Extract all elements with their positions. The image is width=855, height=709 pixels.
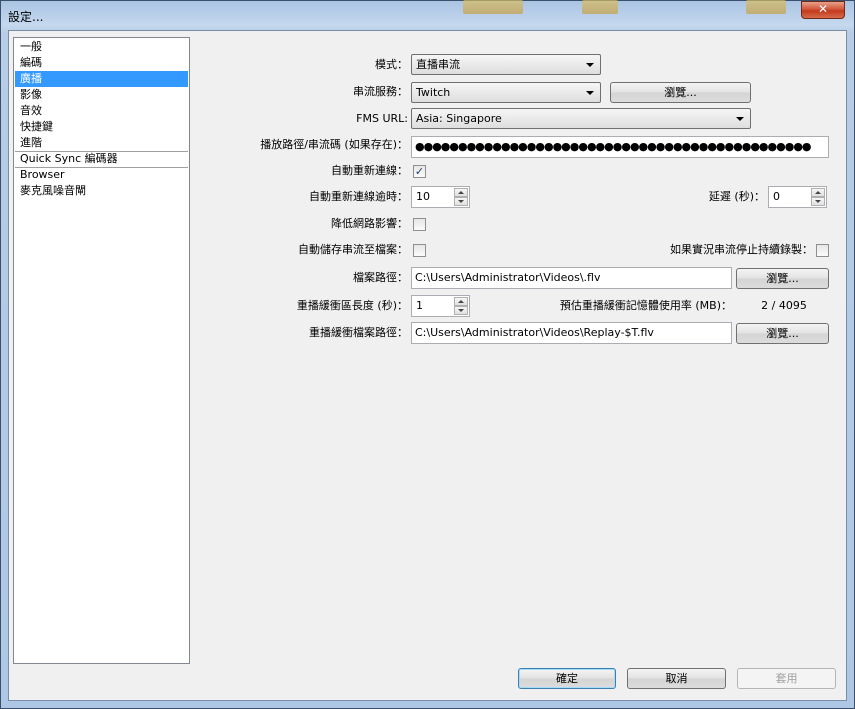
replay-path-value: C:\Users\Administrator\Videos\Replay-$T.… <box>415 326 654 339</box>
sidebar-item-hotkeys[interactable]: 快捷鍵 <box>15 119 188 135</box>
sidebar-item-browser[interactable]: Browser <box>15 167 188 183</box>
minimize-network-checkbox[interactable] <box>413 218 426 231</box>
service-browse-button[interactable]: 瀏覽... <box>610 82 751 103</box>
titlebar-glow <box>582 0 618 14</box>
mode-value: 直播串流 <box>416 58 460 71</box>
reconnect-timeout-spinbox[interactable]: 10 <box>411 186 470 208</box>
sidebar-item-advanced[interactable]: 進階 <box>15 135 188 151</box>
minimize-network-label: 降低網路影響： <box>331 217 408 230</box>
file-path-browse-button[interactable]: 瀏覽... <box>736 268 829 289</box>
delay-spinbox[interactable]: 0 <box>768 186 827 208</box>
window-title: 設定... <box>8 10 44 24</box>
reconnect-timeout-label: 自動重新連線逾時： <box>309 190 408 203</box>
replay-path-input[interactable]: C:\Users\Administrator\Videos\Replay-$T.… <box>411 322 732 344</box>
memory-usage-value: 2 / 4095 <box>736 295 829 317</box>
chevron-down-icon <box>736 117 744 121</box>
sidebar-item-general[interactable]: 一般 <box>15 39 188 55</box>
stream-key-label: 播放路徑/串流碼 (如果存在)： <box>260 138 408 151</box>
autosave-label: 自動儲存串流至檔案： <box>298 243 408 256</box>
ok-button[interactable]: 確定 <box>518 668 616 689</box>
close-icon: ✕ <box>817 2 829 16</box>
service-dropdown[interactable]: Twitch <box>411 82 601 103</box>
service-label: 串流服務： <box>353 85 408 98</box>
replay-path-label: 重播緩衝檔案路徑： <box>309 326 408 339</box>
mode-dropdown[interactable]: 直播串流 <box>411 54 601 75</box>
delay-value: 0 <box>773 190 780 203</box>
autosave-checkbox[interactable] <box>413 244 426 257</box>
spin-down-icon[interactable] <box>454 306 468 315</box>
spin-down-icon[interactable] <box>811 197 825 206</box>
file-path-label: 檔案路徑： <box>353 271 408 284</box>
sidebar-item-audio[interactable]: 音效 <box>15 103 188 119</box>
fms-url-label: FMS URL: <box>356 112 408 125</box>
service-value: Twitch <box>416 86 451 99</box>
auto-reconnect-label: 自動重新連線： <box>331 164 408 177</box>
apply-button[interactable]: 套用 <box>737 668 836 689</box>
cancel-button[interactable]: 取消 <box>627 668 726 689</box>
titlebar-glow <box>463 0 523 14</box>
replay-buffer-spinbox[interactable]: 1 <box>411 295 470 317</box>
replay-buffer-label: 重播緩衝區長度 (秒)： <box>296 299 408 312</box>
stream-key-input[interactable]: ●●●●●●●●●●●●●●●●●●●●●●●●●●●●●●●●●●●●●●●●… <box>411 136 829 158</box>
sidebar-item-encoding[interactable]: 編碼 <box>15 55 188 71</box>
file-path-input[interactable]: C:\Users\Administrator\Videos\.flv <box>411 267 732 289</box>
settings-category-list[interactable]: 一般 編碼 廣播 影像 音效 快捷鍵 進階 Quick Sync 編碼器 Bro… <box>13 37 190 664</box>
spin-up-icon[interactable] <box>454 297 468 306</box>
auto-reconnect-checkbox[interactable]: ✓ <box>413 165 426 178</box>
replay-path-browse-button[interactable]: 瀏覽... <box>736 323 829 344</box>
mode-label: 模式： <box>375 58 408 71</box>
chevron-down-icon <box>586 91 594 95</box>
keep-recording-label: 如果實況串流停止持續錄製： <box>670 243 813 256</box>
sidebar-item-noise-gate[interactable]: 麥克風噪音閘 <box>15 183 188 199</box>
sidebar-item-video[interactable]: 影像 <box>15 87 188 103</box>
spin-down-icon[interactable] <box>454 197 468 206</box>
chevron-down-icon <box>586 63 594 67</box>
delay-label: 延遲 (秒)： <box>708 190 765 203</box>
replay-buffer-value: 1 <box>416 299 423 312</box>
file-path-value: C:\Users\Administrator\Videos\.flv <box>415 271 601 284</box>
checkmark-icon: ✓ <box>414 165 425 178</box>
sidebar-item-quick-sync[interactable]: Quick Sync 編碼器 <box>15 151 188 167</box>
close-button[interactable]: ✕ <box>801 1 845 19</box>
fms-url-dropdown[interactable]: Asia: Singapore <box>411 108 751 129</box>
title-bar[interactable]: 設定... ✕ <box>0 0 855 30</box>
spin-up-icon[interactable] <box>811 188 825 197</box>
stream-key-masked-value: ●●●●●●●●●●●●●●●●●●●●●●●●●●●●●●●●●●●●●●●●… <box>415 140 812 153</box>
titlebar-glow <box>746 0 786 14</box>
sidebar-item-broadcast[interactable]: 廣播 <box>15 71 188 87</box>
keep-recording-checkbox[interactable] <box>816 244 829 257</box>
spin-up-icon[interactable] <box>454 188 468 197</box>
fms-url-value: Asia: Singapore <box>416 112 502 125</box>
memory-usage-label: 預估重播緩衝記憶體使用率 (MB)： <box>559 299 732 312</box>
reconnect-timeout-value: 10 <box>416 190 430 203</box>
